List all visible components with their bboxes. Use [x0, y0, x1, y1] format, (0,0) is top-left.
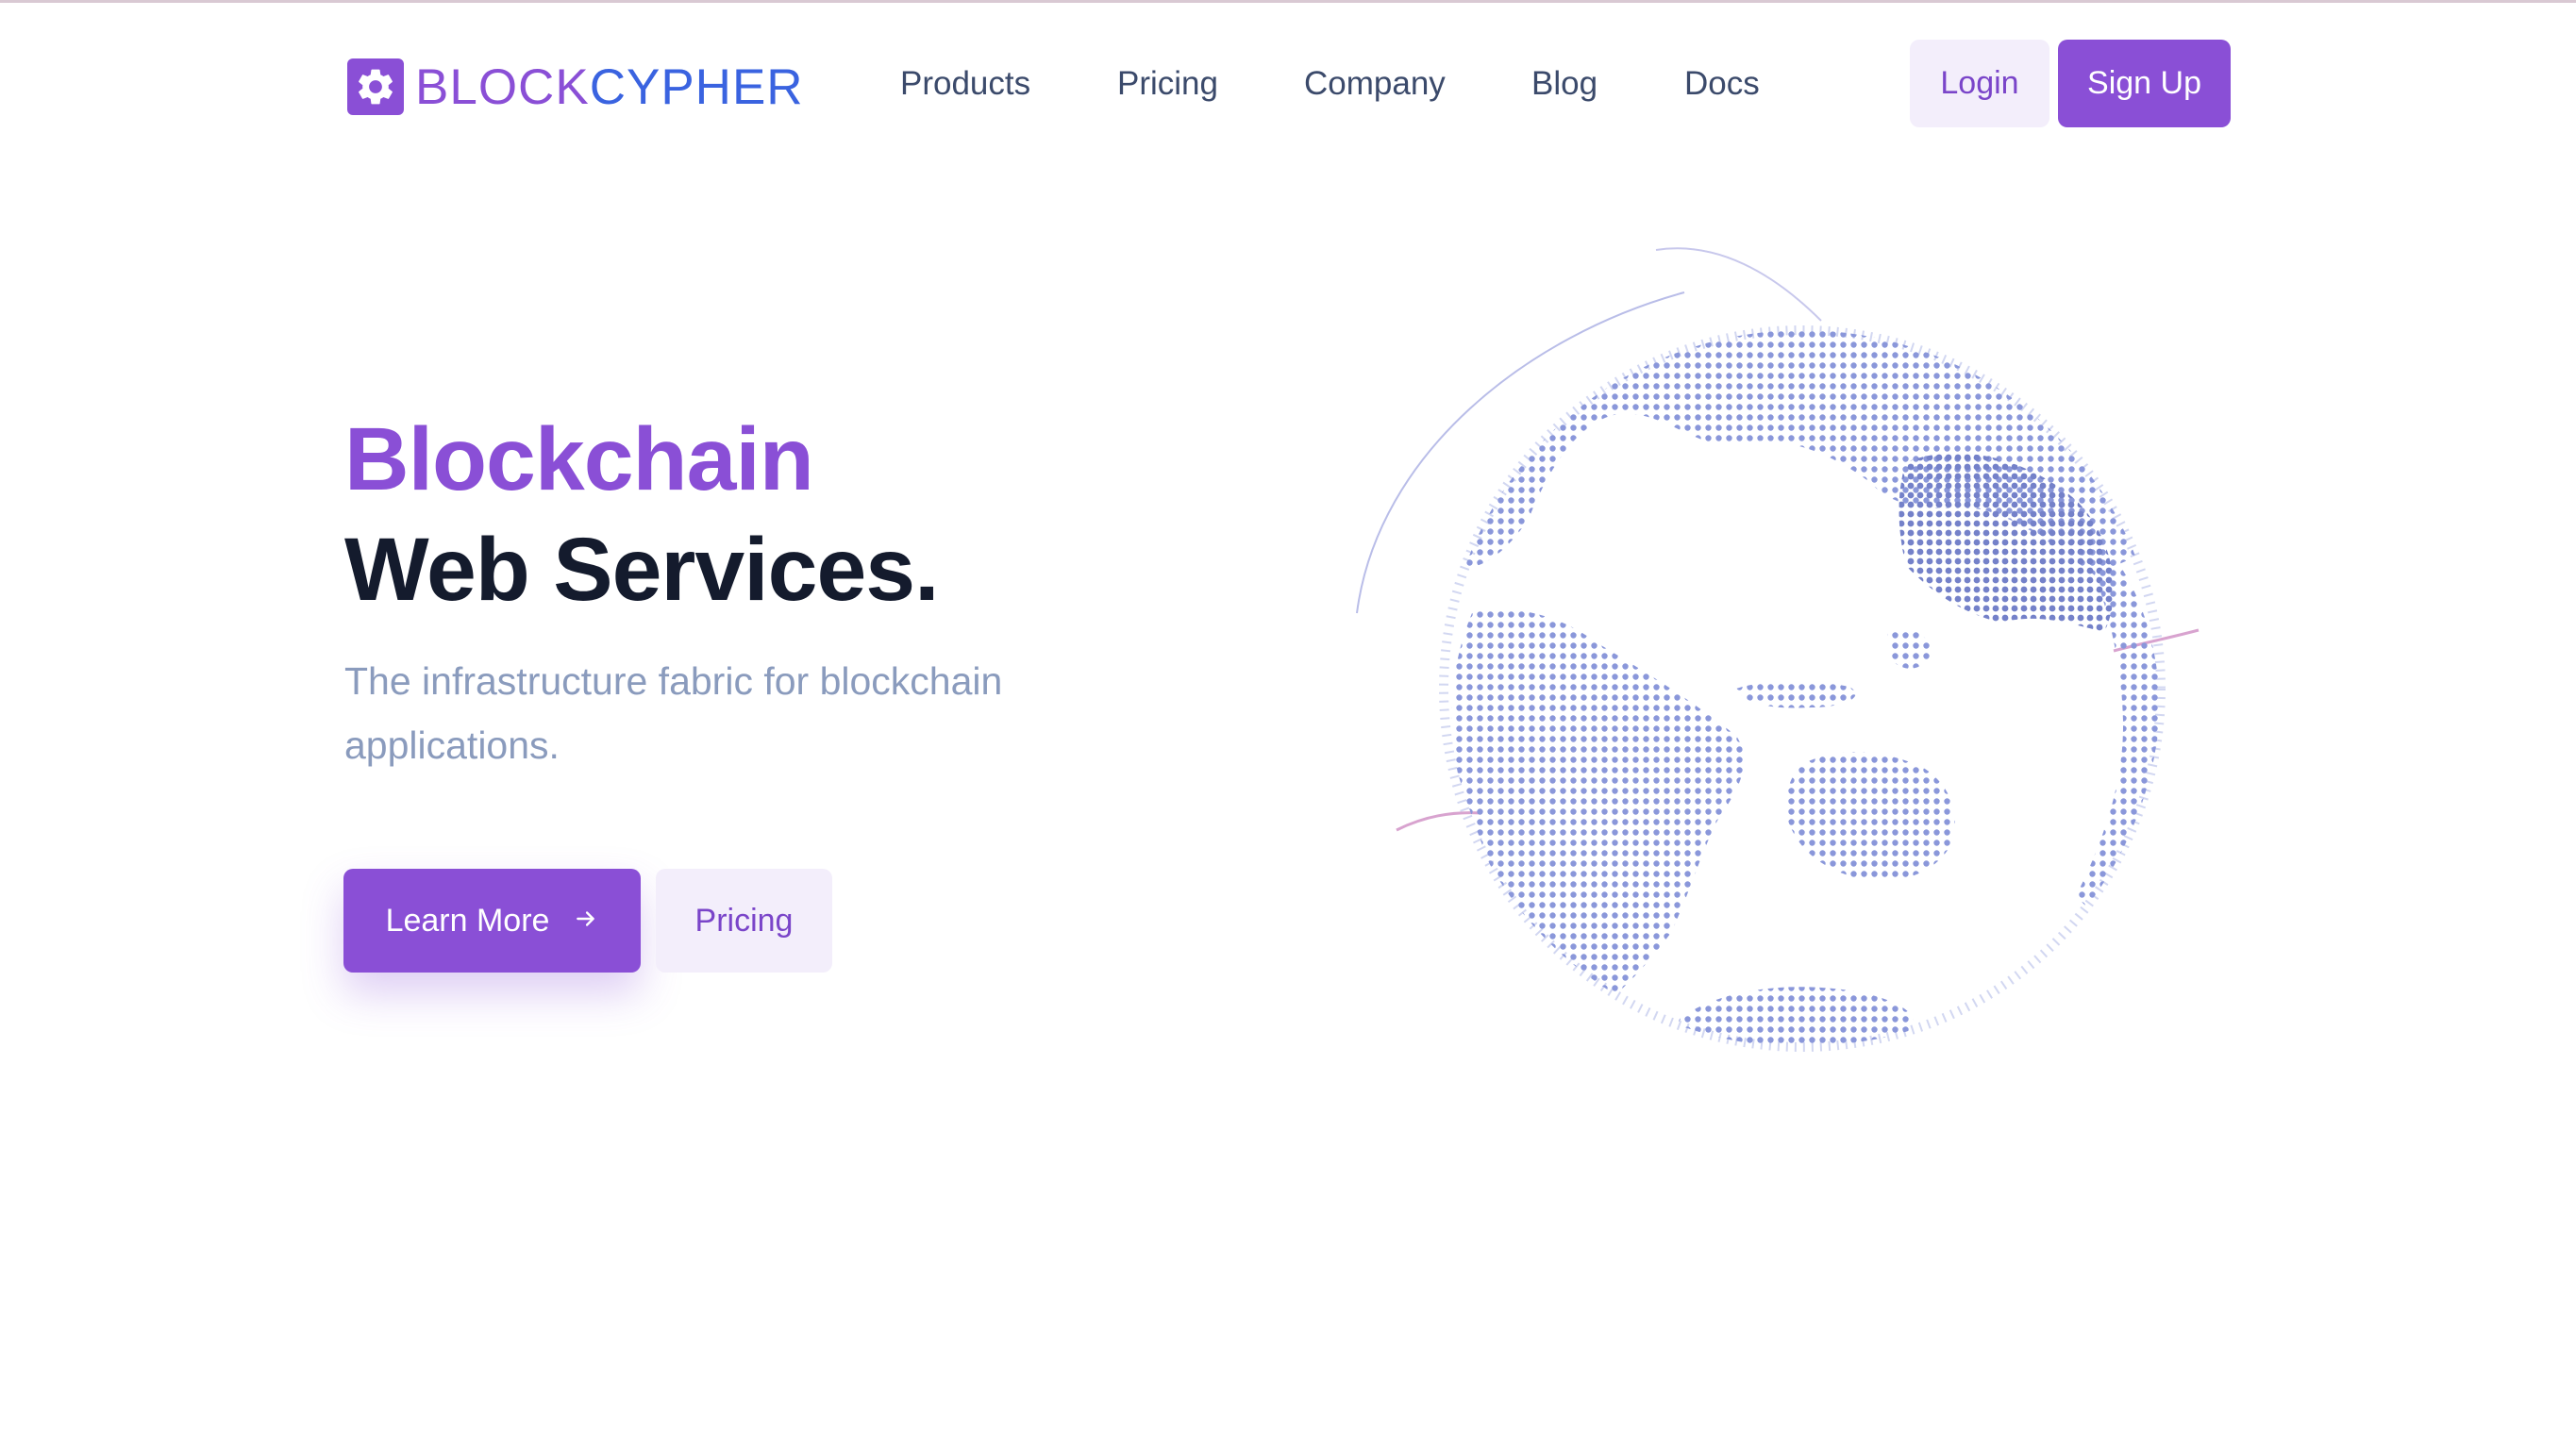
site-header: BLOCKCYPHER Products Pricing Company Blo… [0, 0, 2576, 170]
signup-button[interactable]: Sign Up [2058, 40, 2231, 127]
nav-item-products[interactable]: Products [900, 57, 1030, 111]
nav-item-blog[interactable]: Blog [1531, 57, 1597, 111]
nav-item-docs[interactable]: Docs [1684, 57, 1760, 111]
globe-icon [1340, 236, 2227, 1066]
brand-wordmark: BLOCKCYPHER [415, 58, 804, 116]
learn-more-label: Learn More [385, 902, 550, 939]
nav-item-company[interactable]: Company [1304, 57, 1446, 111]
brand-logo[interactable]: BLOCKCYPHER [347, 55, 804, 119]
arrow-right-icon [574, 903, 598, 940]
brand-name-part-1: BLOCK [415, 58, 590, 115]
gear-icon [347, 58, 404, 115]
learn-more-button[interactable]: Learn More [343, 869, 641, 973]
hero-title-line-2: Web Services. [344, 520, 940, 620]
hero-subtitle: The infrastructure fabric for blockchain… [344, 659, 1003, 767]
hero-title-line-1: Blockchain [344, 409, 814, 509]
nav-item-pricing[interactable]: Pricing [1117, 57, 1218, 111]
login-button[interactable]: Login [1910, 40, 2049, 127]
brand-name-part-2: CYPHER [589, 58, 804, 115]
pricing-button[interactable]: Pricing [656, 869, 832, 973]
